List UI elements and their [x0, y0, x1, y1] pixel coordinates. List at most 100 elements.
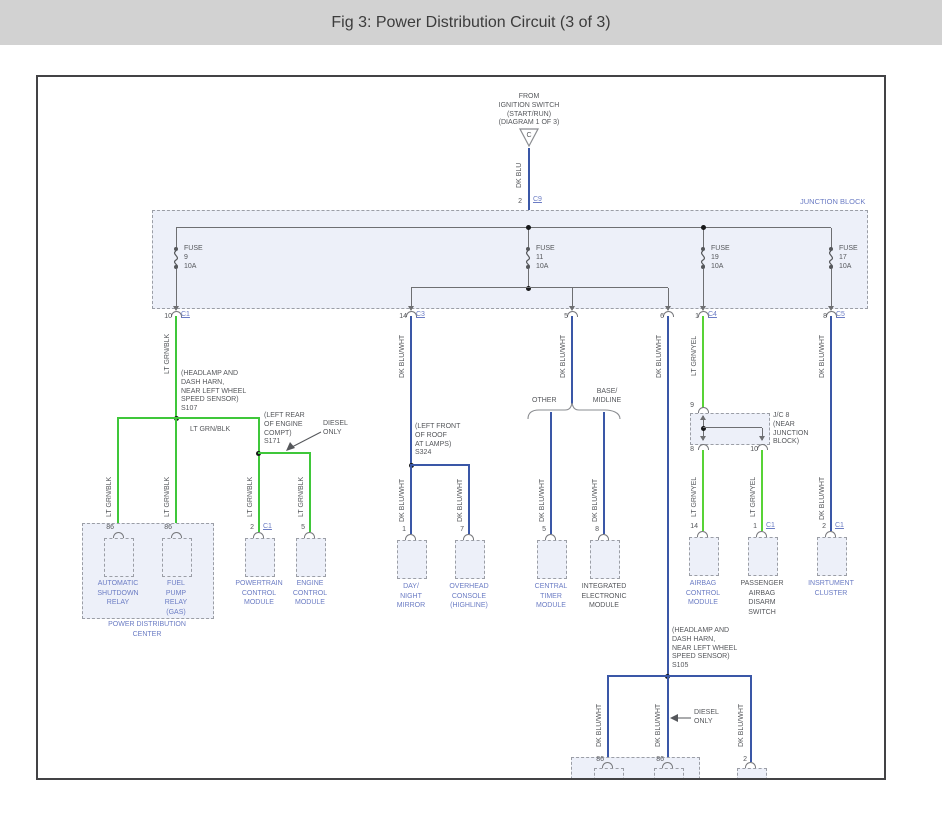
- wire-label-dk-blu-wht: DK BLU/WHT: [560, 334, 567, 378]
- junction-dot: [526, 225, 531, 230]
- connector-label: C3: [416, 311, 425, 318]
- connector-label: C1: [835, 522, 844, 529]
- pin-number: 86: [164, 524, 172, 531]
- wire-stub: [572, 288, 573, 306]
- pin-number: 2: [822, 523, 826, 530]
- wire-label-dk-blu-wht: DK BLU/WHT: [738, 703, 745, 747]
- bus-line: [411, 287, 668, 288]
- wire-stub: [703, 427, 762, 428]
- diesel-only-note: DIESEL ONLY: [694, 709, 719, 725]
- wire-stub: [703, 269, 704, 306]
- wire-dk-blu-wht: [410, 464, 470, 466]
- wire-lt-grn-blk: [117, 417, 119, 532]
- wire-stub: [176, 228, 177, 248]
- wire-label-dk-blu-wht: DK BLU/WHT: [655, 703, 662, 747]
- pin-number: 8: [595, 526, 599, 533]
- component-box-clipped: [594, 768, 624, 778]
- junction-block-label: JUNCTION BLOCK: [800, 197, 866, 206]
- component-box-day-night-mirror: [397, 540, 427, 579]
- pin-number: 2: [250, 524, 254, 531]
- component-box-automatic-shutdown-relay: [104, 538, 134, 577]
- fuse-11-icon: [526, 247, 531, 269]
- diesel-only-arrow-icon: [286, 431, 322, 451]
- diagram-canvas: FROM IGNITION SWITCH (START/RUN) (DIAGRA…: [38, 77, 884, 778]
- wire-lt-grn-yel: [702, 316, 704, 408]
- pin-number: 5: [564, 313, 568, 320]
- wire-label-dk-blu-wht: DK BLU/WHT: [656, 334, 663, 378]
- component-label: INSRTUMENT CLUSTER: [808, 580, 854, 597]
- splice-s105-note: (HEADLAMP AND DASH HARN, NEAR LEFT WHEEL…: [672, 627, 738, 670]
- wire-lt-grn-blk: [175, 417, 177, 532]
- arrow-down-icon: [700, 436, 706, 441]
- pin-number: 8: [690, 446, 694, 453]
- component-label: INTEGRATED ELECTRONIC MODULE: [581, 583, 627, 610]
- arrow-down-icon: [759, 436, 765, 441]
- component-box-powertrain-control-module: [245, 538, 275, 577]
- junction-block: [152, 210, 868, 309]
- bus-line: [176, 227, 831, 228]
- wire-lt-grn-blk: [117, 417, 260, 419]
- figure-title-bar: Fig 3: Power Distribution Circuit (3 of …: [0, 0, 942, 45]
- wire-stub: [703, 228, 704, 248]
- wire-label-dk-blu-wht: DK BLU/WHT: [457, 478, 464, 522]
- pin-number: 6: [660, 313, 664, 320]
- fuse-11-label: FUSE 11 10A: [536, 245, 555, 270]
- fuse-9-icon: [174, 247, 179, 269]
- component-label: PASSENGER AIRBAG DISARM SWITCH: [740, 580, 784, 616]
- wire-dk-blu-wht: [750, 675, 752, 762]
- wire-label-lt-grn-blk: LT GRN/BLK: [164, 333, 171, 375]
- wire-label-lt-grn-blk: LT GRN/BLK: [106, 476, 113, 518]
- pin-number: 86: [596, 756, 604, 763]
- component-box-central-timer-module: [537, 540, 567, 579]
- wire-label-dk-blu-wht: DK BLU/WHT: [399, 478, 406, 522]
- component-label: FUEL PUMP RELAY (GAS): [164, 580, 188, 616]
- component-box-airbag-control-module: [689, 537, 719, 576]
- wire-stub: [528, 228, 529, 248]
- component-box-instrument-cluster: [817, 537, 847, 576]
- wire-label-lt-grn-blk: LT GRN/BLK: [164, 476, 171, 518]
- wire-dk-blu-wht: [571, 316, 573, 404]
- connector-label: C4: [708, 311, 717, 318]
- pin-number: 10: [750, 446, 758, 453]
- wire-label-lt-grn-blk: LT GRN/BLK: [298, 476, 305, 518]
- source-note: FROM IGNITION SWITCH (START/RUN) (DIAGRA…: [498, 93, 560, 127]
- wire-label-dk-blu-wht: DK BLU/WHT: [819, 334, 826, 378]
- wire-label-lt-grn-blk: LT GRN/BLK: [247, 476, 254, 518]
- figure-title: Fig 3: Power Distribution Circuit (3 of …: [331, 13, 611, 31]
- wire-label-dk-blu-wht: DK BLU/WHT: [592, 478, 599, 522]
- component-box-integrated-electronic-module: [590, 540, 620, 579]
- wire-stub: [831, 228, 832, 248]
- fuse-19-label: FUSE 19 10A: [711, 245, 730, 270]
- wire-dk-blu-wht: [410, 466, 412, 534]
- wire-dk-blu-wht: [410, 316, 412, 466]
- power-distribution-center-label: POWER DISTRIBUTION CENTER: [108, 621, 186, 638]
- wire-stub: [831, 269, 832, 306]
- branch-brace-icon: [527, 402, 621, 420]
- wire-dk-blu-wht: [607, 675, 752, 677]
- wire-label-dk-blu-wht: DK BLU/WHT: [399, 334, 406, 378]
- diesel-only-arrow-icon: [670, 714, 691, 722]
- wire-lt-grn-blk: [175, 316, 177, 419]
- pin-number: 14: [690, 523, 698, 530]
- fuse-17-icon: [829, 247, 834, 269]
- connector-label: C1: [181, 311, 190, 318]
- wire-dk-blu-wht: [468, 464, 470, 534]
- pin-number: 7: [460, 526, 464, 533]
- wire-dk-blu-wht: [603, 412, 605, 534]
- pin-number: 2: [518, 198, 522, 205]
- wire-lt-grn-blk: [309, 452, 311, 532]
- component-box-engine-control-module: [296, 538, 326, 577]
- pin-number: 1: [402, 526, 406, 533]
- component-box-overhead-console: [455, 540, 485, 579]
- wire-label-lt-grn-yel: LT GRN/YEL: [750, 476, 757, 518]
- wire-dk-blu-wht: [667, 316, 669, 677]
- wire-stub: [411, 288, 412, 306]
- pin-number: 14: [399, 313, 407, 320]
- wire-label-dk-blu-wht: DK BLU/WHT: [539, 478, 546, 522]
- pin-number: 86: [106, 524, 114, 531]
- jc8-note: J/C 8 (NEAR JUNCTION BLOCK): [773, 412, 809, 446]
- splice-s107-note: (HEADLAMP AND DASH HARN, NEAR LEFT WHEEL…: [181, 370, 247, 413]
- fuse-17-label: FUSE 17 10A: [839, 245, 858, 270]
- wire-label-dk-blu-wht: DK BLU/WHT: [819, 476, 826, 520]
- wire-label-lt-grn-yel: LT GRN/YEL: [691, 335, 698, 377]
